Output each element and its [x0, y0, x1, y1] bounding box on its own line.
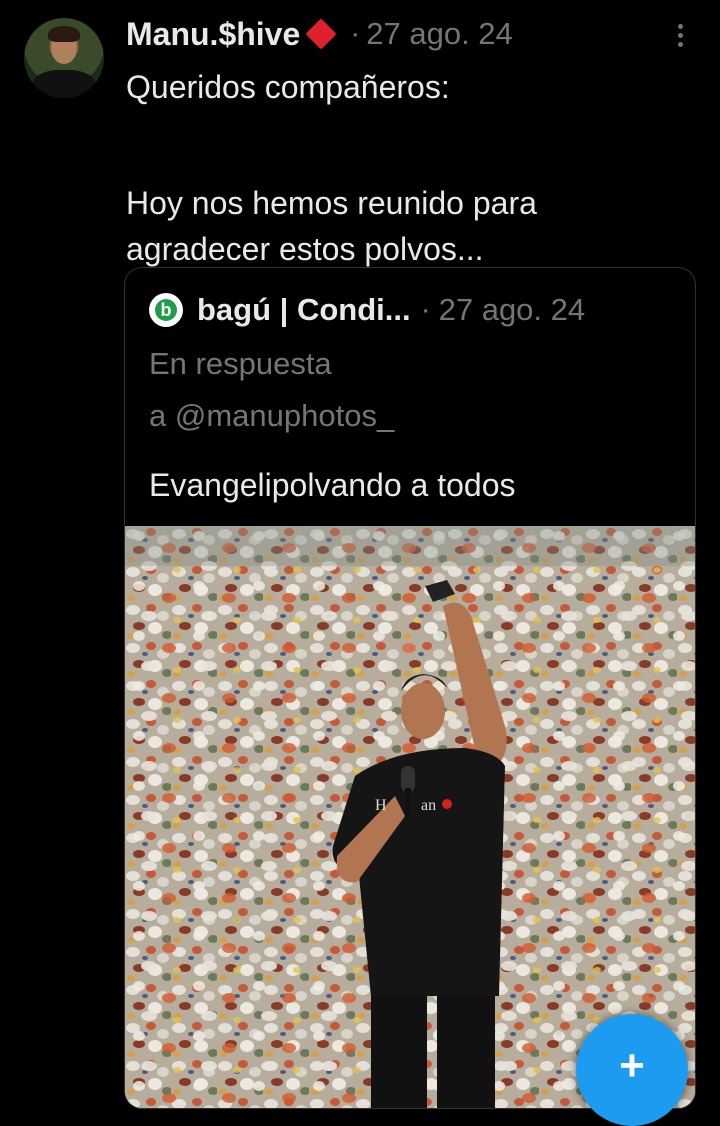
tweet-text: Queridos compañeros: Hoy nos hemos reuni…	[126, 64, 696, 272]
quoted-separator: ·	[420, 293, 431, 326]
quoted-tweet[interactable]: b bagú | Condi... · 27 ago. 24 En respue…	[124, 267, 696, 1109]
more-vertical-icon[interactable]	[676, 24, 684, 50]
plus-icon: +	[619, 1041, 645, 1090]
quoted-header: b bagú | Condi... · 27 ago. 24	[149, 290, 585, 330]
bagu-logo-icon: b	[149, 293, 183, 327]
quoted-date[interactable]: 27 ago. 24	[439, 292, 586, 328]
author-name[interactable]: Manu.$hive	[126, 16, 300, 53]
svg-text:H: H	[375, 797, 387, 814]
tweet-date[interactable]: 27 ago. 24	[366, 16, 513, 52]
quoted-author-name[interactable]: bagú | Condi...	[197, 292, 411, 328]
header-separator: ·	[350, 17, 361, 50]
quoted-text: Evangelipolvando a todos	[149, 467, 516, 503]
tweet-text-line2: Hoy nos hemos reunido para agradecer est…	[126, 185, 537, 267]
reply-mention[interactable]: a @manuphotos_	[149, 396, 394, 436]
avatar-shirt	[32, 70, 96, 98]
author-avatar[interactable]	[24, 18, 104, 98]
tweet[interactable]: Manu.$hive · 27 ago. 24 Queridos compañe…	[0, 0, 720, 1126]
tweet-header: Manu.$hive · 27 ago. 24	[126, 14, 513, 54]
reply-context: En respuesta	[149, 346, 332, 381]
svg-text:an: an	[421, 797, 436, 814]
avatar-hair	[48, 26, 80, 42]
tweet-text-line1: Queridos compañeros:	[126, 69, 450, 105]
red-diamond-icon	[305, 18, 337, 50]
compose-button[interactable]: +	[576, 1014, 688, 1126]
